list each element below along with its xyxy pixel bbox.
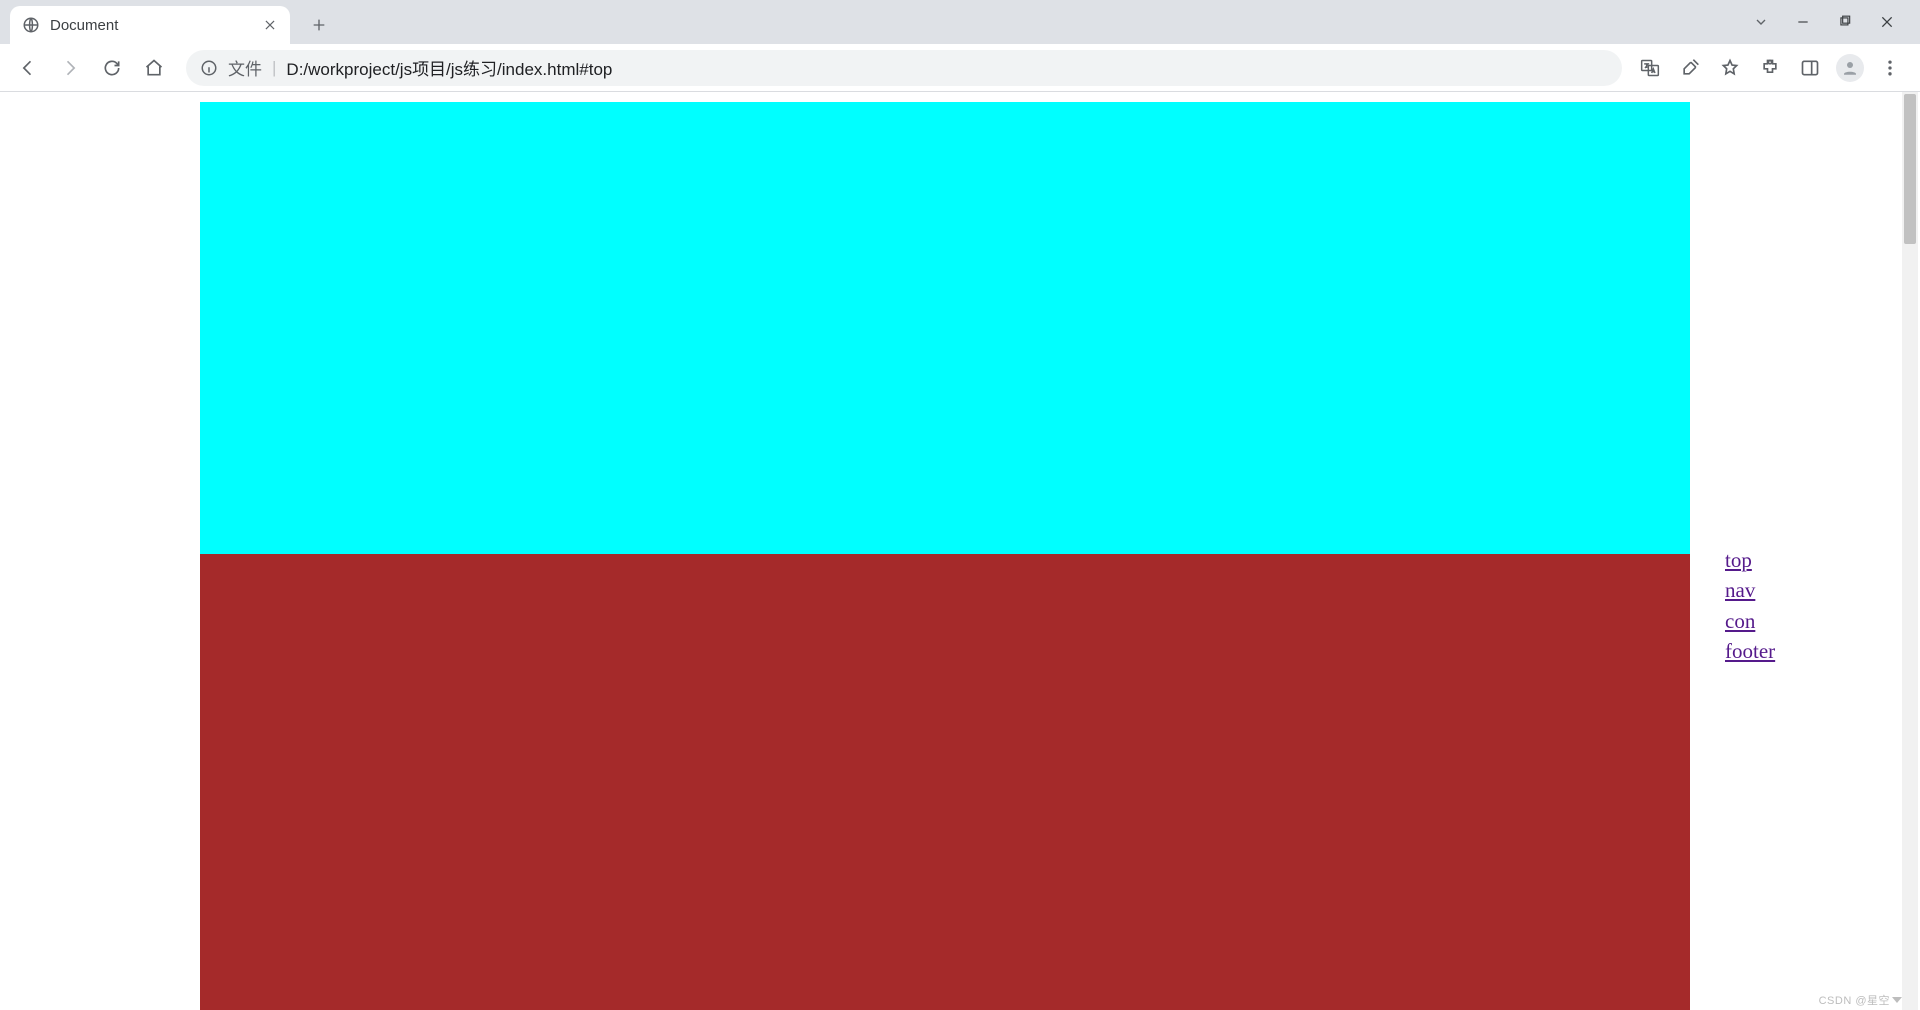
- tab-strip: Document: [0, 0, 1920, 44]
- anchor-link-footer[interactable]: footer: [1725, 636, 1775, 666]
- info-icon: [200, 59, 218, 77]
- chevron-down-icon[interactable]: [1752, 13, 1770, 31]
- maximize-icon[interactable]: [1836, 13, 1854, 31]
- forward-button[interactable]: [52, 50, 88, 86]
- vertical-scrollbar[interactable]: [1902, 92, 1918, 1010]
- url-text: D:/workproject/js项目/js练习/index.html#top: [286, 55, 612, 80]
- scrollbar-thumb[interactable]: [1904, 94, 1916, 244]
- toolbar-right: [1636, 54, 1910, 82]
- anchor-link-con[interactable]: con: [1725, 606, 1775, 636]
- url-prefix: 文件: [228, 55, 262, 80]
- menu-icon[interactable]: [1876, 54, 1904, 82]
- triangle-down-icon: [1892, 997, 1902, 1003]
- minimize-icon[interactable]: [1794, 13, 1812, 31]
- anchor-nav: top nav con footer: [1725, 545, 1775, 667]
- browser-chrome: Document: [0, 0, 1920, 92]
- watermark-text: CSDN @星空: [1819, 992, 1890, 1008]
- extensions-icon[interactable]: [1756, 54, 1784, 82]
- profile-avatar[interactable]: [1836, 54, 1864, 82]
- window-close-icon[interactable]: [1878, 13, 1896, 31]
- address-bar[interactable]: 文件 | D:/workproject/js项目/js练习/index.html…: [186, 50, 1622, 86]
- url-separator: |: [272, 58, 276, 78]
- close-icon[interactable]: [262, 17, 278, 33]
- section-nav: [200, 554, 1690, 1010]
- new-tab-button[interactable]: [304, 10, 334, 40]
- tab-title: Document: [50, 17, 252, 34]
- home-button[interactable]: [136, 50, 172, 86]
- content-blocks: [200, 102, 1690, 1010]
- bookmark-icon[interactable]: [1716, 54, 1744, 82]
- back-button[interactable]: [10, 50, 46, 86]
- toolbar: 文件 | D:/workproject/js项目/js练习/index.html…: [0, 44, 1920, 92]
- reload-button[interactable]: [94, 50, 130, 86]
- watermark: CSDN @星空: [1819, 992, 1902, 1008]
- sidepanel-icon[interactable]: [1796, 54, 1824, 82]
- globe-icon: [22, 16, 40, 34]
- page-viewport: top nav con footer CSDN @星空: [0, 92, 1920, 1010]
- browser-tab[interactable]: Document: [10, 6, 290, 44]
- translate-icon[interactable]: [1636, 54, 1664, 82]
- anchor-link-nav[interactable]: nav: [1725, 575, 1775, 605]
- anchor-link-top[interactable]: top: [1725, 545, 1775, 575]
- window-controls: [1728, 0, 1920, 44]
- page-body: top nav con footer: [0, 92, 1920, 1010]
- share-icon[interactable]: [1676, 54, 1704, 82]
- section-top: [200, 102, 1690, 554]
